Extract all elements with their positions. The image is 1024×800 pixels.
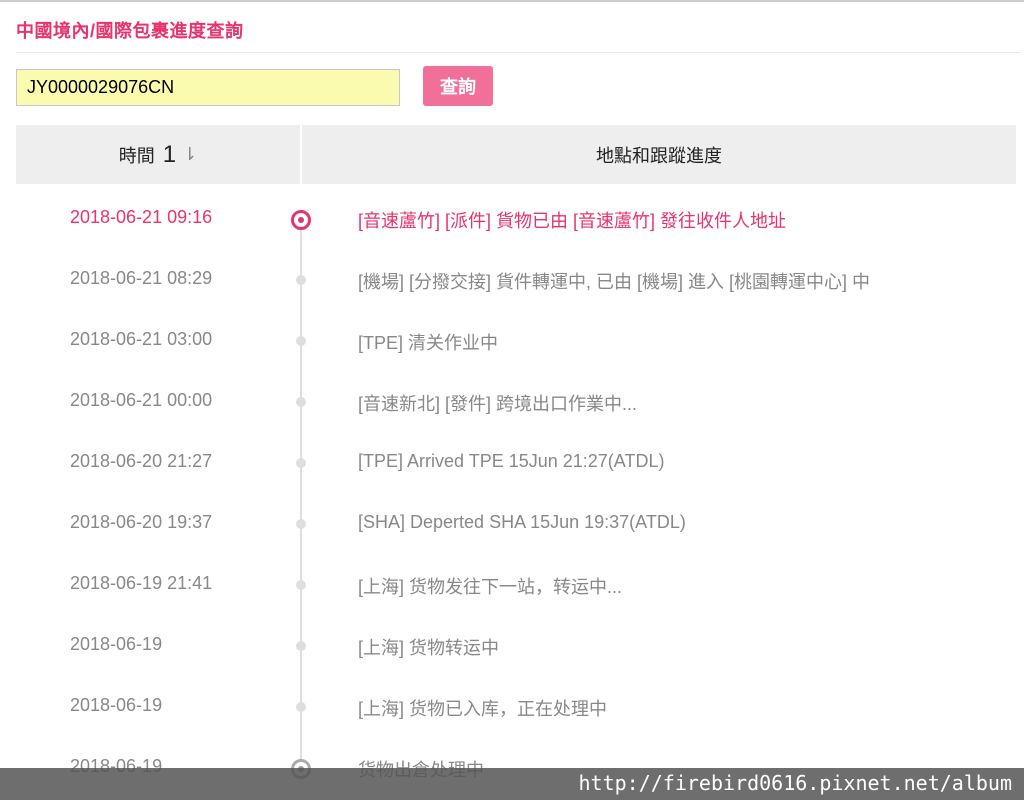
event-time: 2018-06-21 08:29 bbox=[70, 268, 213, 288]
timeline-current-dot-icon bbox=[291, 210, 311, 230]
event-time: 2018-06-19 21:41 bbox=[70, 573, 213, 593]
tracking-row: 2018-06-21 00:00 [音速新北] [發件] 跨境出口作業中... bbox=[0, 369, 1024, 430]
time-header-label: 時間 bbox=[118, 145, 155, 166]
page-title: 中國境內/國際包裹進度查詢 bbox=[16, 21, 244, 41]
event-description: [音速蘆竹] [派件] 貨物已由 [音速蘆竹] 發往收件人地址 bbox=[358, 211, 787, 231]
event-time: 2018-06-19 bbox=[70, 634, 163, 654]
tracking-row: 2018-06-19 [上海] 货物转运中 bbox=[0, 613, 1024, 674]
timeline-dot-icon bbox=[296, 458, 306, 468]
event-description: [TPE] 清关作业中 bbox=[358, 333, 499, 353]
timeline-dot-icon bbox=[296, 580, 306, 590]
event-description: [上海] 货物发往下一站，转运中... bbox=[358, 577, 623, 597]
timeline-dot-icon bbox=[296, 641, 306, 651]
tracking-list: 2018-06-21 09:16 [音速蘆竹] [派件] 貨物已由 [音速蘆竹]… bbox=[0, 186, 1024, 796]
tracking-row: 2018-06-21 08:29 [機場] [分撥交接] 貨件轉運中, 已由 [… bbox=[0, 247, 1024, 308]
watermark-bar: http://firebird0616.pixnet.net/album bbox=[0, 768, 1024, 800]
timeline-dot-icon bbox=[296, 519, 306, 529]
location-column-header: 地點和跟蹤進度 bbox=[302, 125, 1016, 184]
event-time: 2018-06-20 19:37 bbox=[70, 512, 213, 532]
time-column-header[interactable]: 時間 1 ⇂ bbox=[16, 125, 300, 184]
event-description: [音速新北] [發件] 跨境出口作業中... bbox=[358, 394, 638, 414]
title-divider bbox=[16, 52, 1020, 53]
event-description: [機場] [分撥交接] 貨件轉運中, 已由 [機場] 進入 [桃園轉運中心] 中 bbox=[358, 272, 871, 292]
timeline-dot-icon bbox=[296, 336, 306, 346]
tracking-row: 2018-06-21 03:00 [TPE] 清关作业中 bbox=[0, 308, 1024, 369]
tracking-row: 2018-06-20 21:27 [TPE] Arrived TPE 15Jun… bbox=[0, 430, 1024, 491]
watermark-text: http://firebird0616.pixnet.net/album bbox=[578, 771, 1012, 795]
tracking-row: 2018-06-20 19:37 [SHA] Deperted SHA 15Ju… bbox=[0, 491, 1024, 552]
event-description: [上海] 货物已入库，正在处理中 bbox=[358, 699, 608, 719]
tracking-number-input[interactable] bbox=[16, 69, 400, 106]
event-time: 2018-06-21 09:16 bbox=[70, 207, 213, 227]
top-border bbox=[0, 0, 1024, 2]
event-time: 2018-06-21 03:00 bbox=[70, 329, 213, 349]
timeline-dot-icon bbox=[296, 702, 306, 712]
tracking-row: 2018-06-19 21:41 [上海] 货物发往下一站，转运中... bbox=[0, 552, 1024, 613]
sort-descending-icon[interactable]: ⇂ bbox=[182, 144, 197, 165]
event-time: 2018-06-19 bbox=[70, 695, 163, 715]
location-header-label: 地點和跟蹤進度 bbox=[596, 145, 722, 166]
event-time: 2018-06-21 00:00 bbox=[70, 390, 213, 410]
event-description: [TPE] Arrived TPE 15Jun 21:27(ATDL) bbox=[358, 451, 665, 471]
event-description: [SHA] Deperted SHA 15Jun 19:37(ATDL) bbox=[358, 512, 686, 532]
event-time: 2018-06-20 21:27 bbox=[70, 451, 213, 471]
tracking-row: 2018-06-19 [上海] 货物已入库，正在处理中 bbox=[0, 674, 1024, 735]
tracking-row: 2018-06-21 09:16 [音速蘆竹] [派件] 貨物已由 [音速蘆竹]… bbox=[0, 186, 1024, 247]
sort-index: 1 bbox=[162, 140, 177, 168]
table-header: 時間 1 ⇂ 地點和跟蹤進度 bbox=[16, 125, 1016, 184]
event-description: [上海] 货物转运中 bbox=[358, 638, 500, 658]
timeline-dot-icon bbox=[296, 397, 306, 407]
search-button[interactable]: 查詢 bbox=[423, 66, 493, 106]
timeline-dot-icon bbox=[296, 275, 306, 285]
